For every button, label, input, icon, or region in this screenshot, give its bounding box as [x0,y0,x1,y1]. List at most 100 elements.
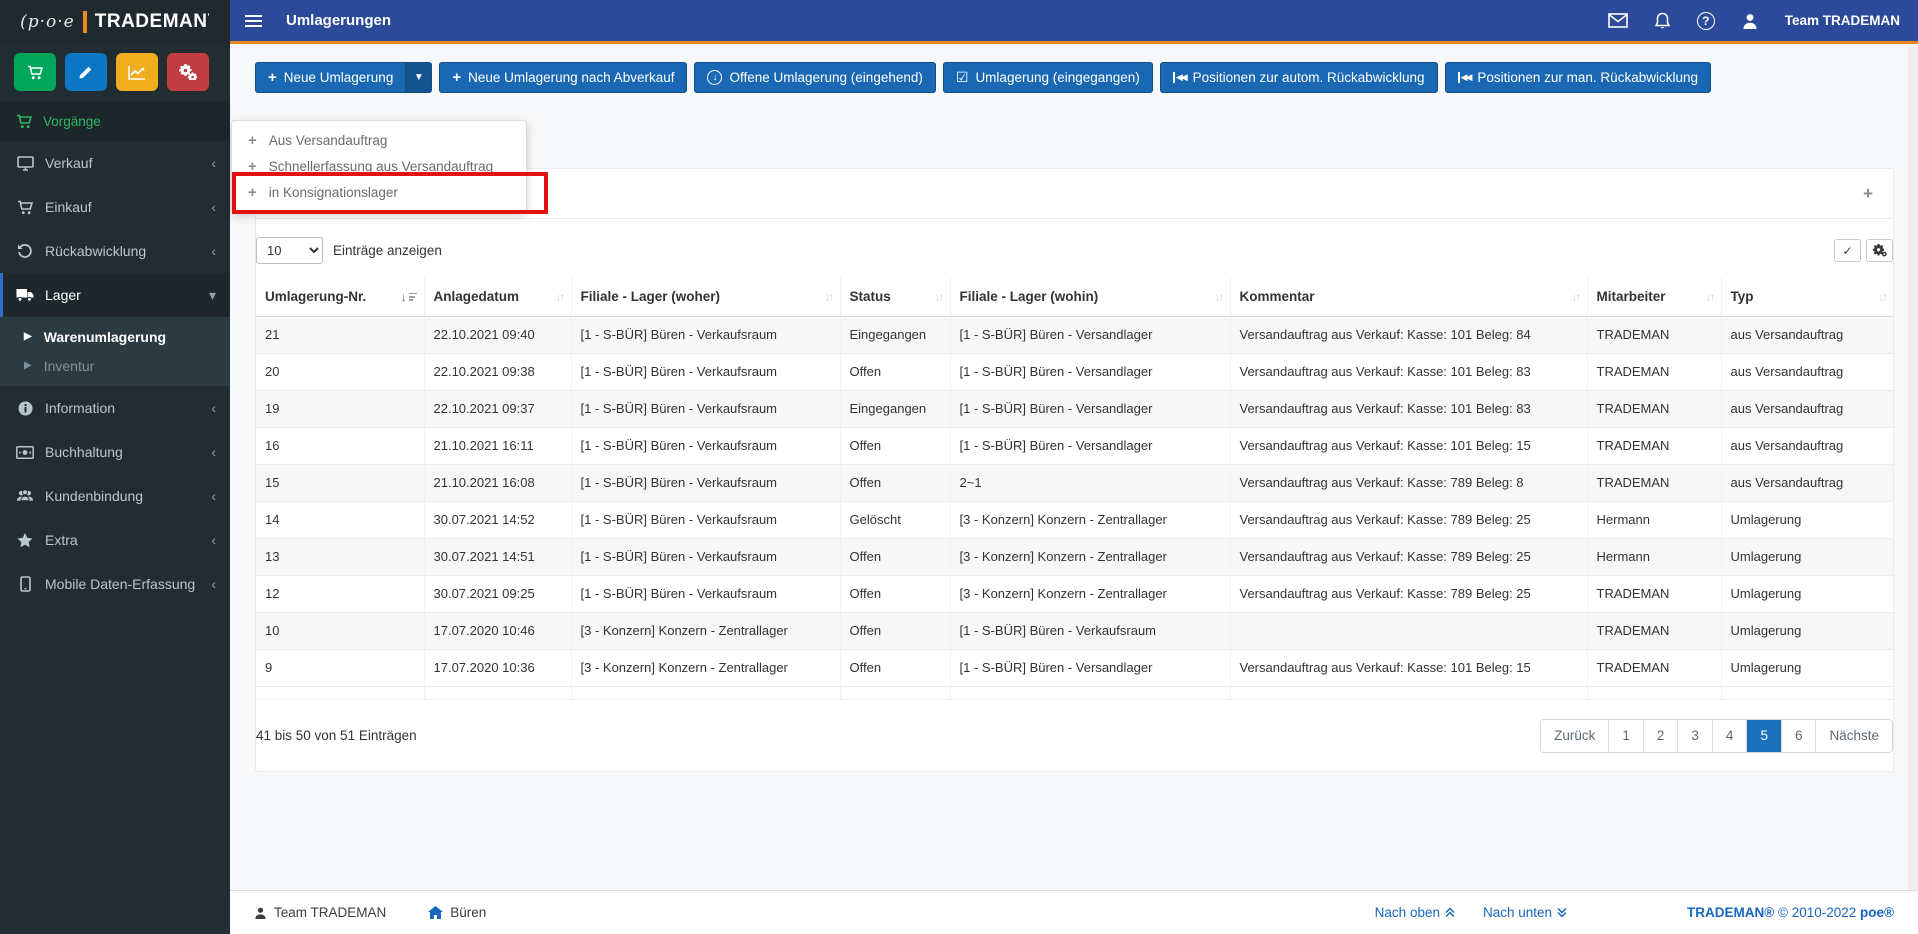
positionen-zur-man-rückabwicklung-button[interactable]: ◀◀ Positionen zur man. Rückabwicklung [1444,62,1711,93]
column-header-kommentar[interactable]: Kommentar ↓↑ [1230,278,1588,317]
table-row[interactable]: 16 21.10.2021 16:11 [1 - S-BÜR] Büren - Ve… [256,427,1893,465]
sidebar-subitem-warenumlagerung[interactable]: ▶ Warenumlagerung [0,322,230,351]
sidebar-item-kundenbindung[interactable]: Kundenbindung ‹ [0,474,230,518]
expand-panel-icon[interactable]: + [1863,184,1873,204]
cell-nr: 20 [256,353,425,391]
sort-icon[interactable]: ↓↑ [1572,290,1582,304]
table-row[interactable]: 15 21.10.2021 16:08 [1 - S-BÜR] Büren - Ve… [256,464,1893,502]
column-header-filiale-lager-woher[interactable]: Filiale - Lager (woher) ↓↑ [571,278,841,317]
pagination-page-3[interactable]: 3 [1678,719,1713,752]
column-header-umlagerung-nr[interactable]: Umlagerung-Nr. ↓ [256,278,425,317]
column-header-status[interactable]: Status ↓↑ [840,278,951,317]
bell-icon[interactable] [1654,12,1671,30]
column-header-typ[interactable]: Typ ↓↑ [1721,278,1893,317]
table-row[interactable]: 9 17.07.2020 10:36 [3 - Konzern] Konzern -… [256,649,1893,687]
table-row[interactable]: 10 17.07.2020 10:46 [3 - Konzern] Konzern … [256,612,1893,650]
sidebar-item-mobile-daten-erfassung[interactable]: Mobile Daten-Erfassung ‹ [0,562,230,606]
umlagerung-eingegangen-button[interactable]: ☑ Umlagerung (eingegangen) [942,62,1153,93]
table-row[interactable]: 20 22.10.2021 09:38 [1 - S-BÜR] Büren - Ve… [256,353,1893,391]
positionen-zur-autom-rückabwicklung-button[interactable]: ◀◀ Positionen zur autom. Rückabwicklung [1159,62,1438,93]
table-footer: 41 bis 50 von 51 Einträgen Zurück 1 2 3 4 5 6 N… [256,718,1893,753]
user-icon[interactable] [1741,12,1759,30]
pagination-page-4[interactable]: 4 [1712,719,1748,752]
sidebar-item-extra[interactable]: Extra ‹ [0,518,230,562]
dropdown-item-in-konsignationslager[interactable]: + in Konsignationslager [232,179,526,205]
table-controls: 10 Einträge anzeigen ✓ [256,237,1893,278]
cell-wohin: [3 - Konzern] Konzern - Zentrallager [950,538,1231,576]
plus-icon: + [248,131,257,149]
table-row[interactable]: 12 30.07.2021 09:25 [1 - S-BÜR] Büren - Ve… [256,575,1893,613]
column-header-filiale-lager-wohin[interactable]: Filiale - Lager (wohin) ↓↑ [950,278,1231,317]
pagination-page-1[interactable]: 1 [1609,719,1644,752]
edit-app-button[interactable] [65,53,107,91]
sidebar-item-label: Einkauf [45,199,92,215]
sidebar-item-information[interactable]: Information ‹ [0,386,230,430]
cell-mitarbeiter: TRADEMAN [1587,464,1722,502]
pagination-page-5[interactable]: 5 [1747,719,1782,752]
person-icon [255,907,266,919]
table-row[interactable]: 21 22.10.2021 09:40 [1 - S-BÜR] Büren - Ve… [256,316,1893,354]
sidebar-item-label: Mobile Daten-Erfassung [45,576,196,592]
sort-icon[interactable]: ↓↑ [1215,290,1225,304]
scroll-to-bottom-link[interactable]: Nach unten [1483,905,1567,920]
cell-datum: 22.10.2021 09:38 [424,353,572,391]
truck-icon [16,288,34,302]
chart-app-button[interactable] [116,53,158,91]
plus-icon: + [452,69,462,86]
caret-down-icon: ▼ [413,72,424,83]
sort-icon[interactable]: ↓↑ [556,290,566,304]
sidebar-item-rückabwicklung[interactable]: Rückabwicklung ‹ [0,229,230,273]
logo-divider [82,11,87,33]
sidebar-item-einkauf[interactable]: Einkauf ‹ [0,185,230,229]
select-all-button[interactable]: ✓ [1834,239,1861,262]
cell-nr: 13 [256,538,425,576]
column-settings-button[interactable] [1866,239,1893,262]
sort-icon[interactable]: ↓↑ [1878,290,1888,304]
plus-icon: + [268,69,277,86]
table-row[interactable]: 14 30.07.2021 14:52 [1 - S-BÜR] Büren - Ve… [256,501,1893,539]
neue-umlagerung-button[interactable]: + Neue Umlagerung [255,62,407,93]
cell-typ: aus Versandauftrag [1721,316,1893,354]
neue-umlagerung-nach-abverkauf-button[interactable]: + Neue Umlagerung nach Abverkauf [439,62,688,93]
pagination-prev-button[interactable]: Zurück [1541,719,1610,752]
chevron-down-icon: ▾ [208,286,216,303]
sort-desc-icon[interactable]: ↓ [401,290,417,304]
sort-icon[interactable]: ↓↑ [935,290,945,304]
table-row[interactable]: 19 22.10.2021 09:37 [1 - S-BÜR] Büren - Ve… [256,390,1893,428]
sidebar-item-buchhaltung[interactable]: Buchhaltung ‹ [0,430,230,474]
dropdown-item-aus-versandauftrag[interactable]: + Aus Versandauftrag [232,127,526,153]
offene-umlagerung-eingehend-button[interactable]: ↓ Offene Umlagerung (eingehend) [694,62,936,93]
cell-datum: 22.10.2021 09:40 [424,316,572,354]
sidebar-subitem-inventur[interactable]: ▶ Inventur [0,351,230,380]
cell-kommentar: Versandauftrag aus Verkauf: Kasse: 789 B… [1230,575,1588,613]
hamburger-menu-icon[interactable] [230,0,276,43]
settings-app-button[interactable] [167,53,209,91]
neue-umlagerung-dropdown-toggle[interactable]: ▼ [406,62,433,93]
cart-app-button[interactable] [14,53,56,91]
topbar-username[interactable]: Team TRADEMAN [1785,13,1900,28]
scroll-to-top-link[interactable]: Nach oben [1375,905,1455,920]
sort-icon[interactable]: ↓↑ [825,290,835,304]
sidebar-item-verkauf[interactable]: Verkauf ‹ [0,141,230,185]
page-length-select[interactable]: 10 [256,237,323,264]
table-row[interactable]: 13 30.07.2021 14:51 [1 - S-BÜR] Büren - Ve… [256,538,1893,576]
cell-typ: Umlagerung [1721,612,1893,650]
pagination-next-button[interactable]: Nächste [1816,719,1892,752]
cell-status: Eingegangen [840,316,951,354]
help-icon[interactable]: ? [1696,11,1715,30]
pagination-page-6[interactable]: 6 [1781,719,1817,752]
topbar-right: ? Team TRADEMAN [1607,11,1918,30]
chevron-left-icon: ‹ [211,199,216,215]
pagination-page-2[interactable]: 2 [1643,719,1679,752]
sort-icon[interactable]: ↓↑ [1706,290,1716,304]
dropdown-item-schnellerfassung-aus-versandauftrag[interactable]: + Schnellerfassung aus Versandauftrag [232,153,526,179]
column-header-mitarbeiter[interactable]: Mitarbeiter ↓↑ [1587,278,1722,317]
mail-icon[interactable] [1607,13,1628,28]
cell-typ: aus Versandauftrag [1721,464,1893,502]
column-header-anlagedatum[interactable]: Anlagedatum ↓↑ [424,278,572,317]
sidebar-item-lager[interactable]: Lager ▾ ▶ Warenumlagerung ▶ Inventur [0,273,230,386]
footer-location[interactable]: Büren [428,905,486,920]
cell-typ: Umlagerung [1721,538,1893,576]
scrollbar-track[interactable] [1908,47,1918,890]
cell-woher: [3 - Konzern] Konzern - Zentrallager [571,649,841,687]
